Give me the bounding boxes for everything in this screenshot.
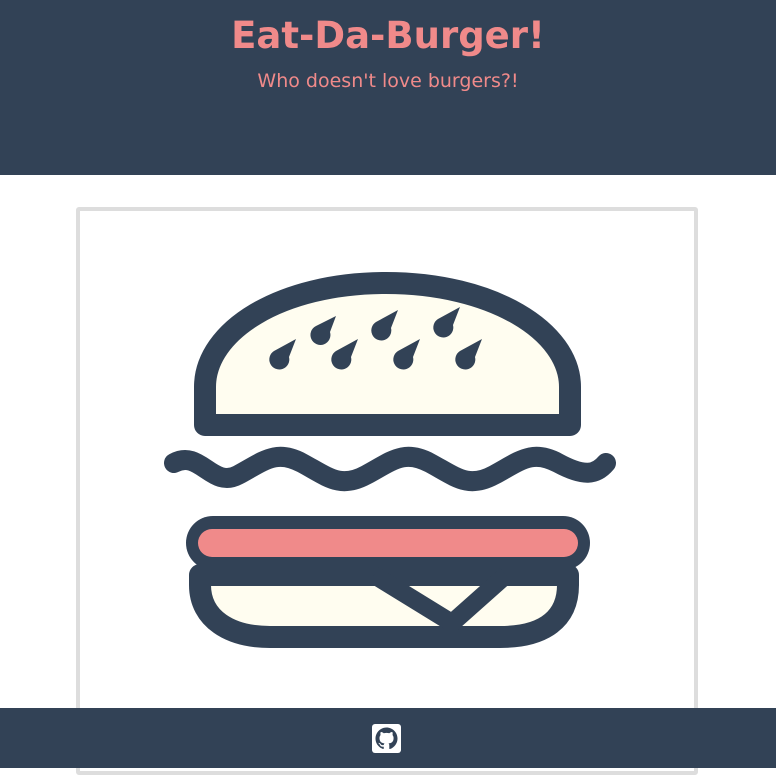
github-link[interactable] <box>372 724 401 753</box>
site-header: Eat-Da-Burger! Who doesn't love burgers?… <box>0 0 776 175</box>
burger-image-card <box>76 207 698 775</box>
github-icon <box>375 727 398 750</box>
site-footer <box>0 708 776 768</box>
page-subtitle: Who doesn't love burgers?! <box>257 70 519 92</box>
page-title: Eat-Da-Burger! <box>231 14 545 57</box>
burger-illustration <box>164 272 616 648</box>
